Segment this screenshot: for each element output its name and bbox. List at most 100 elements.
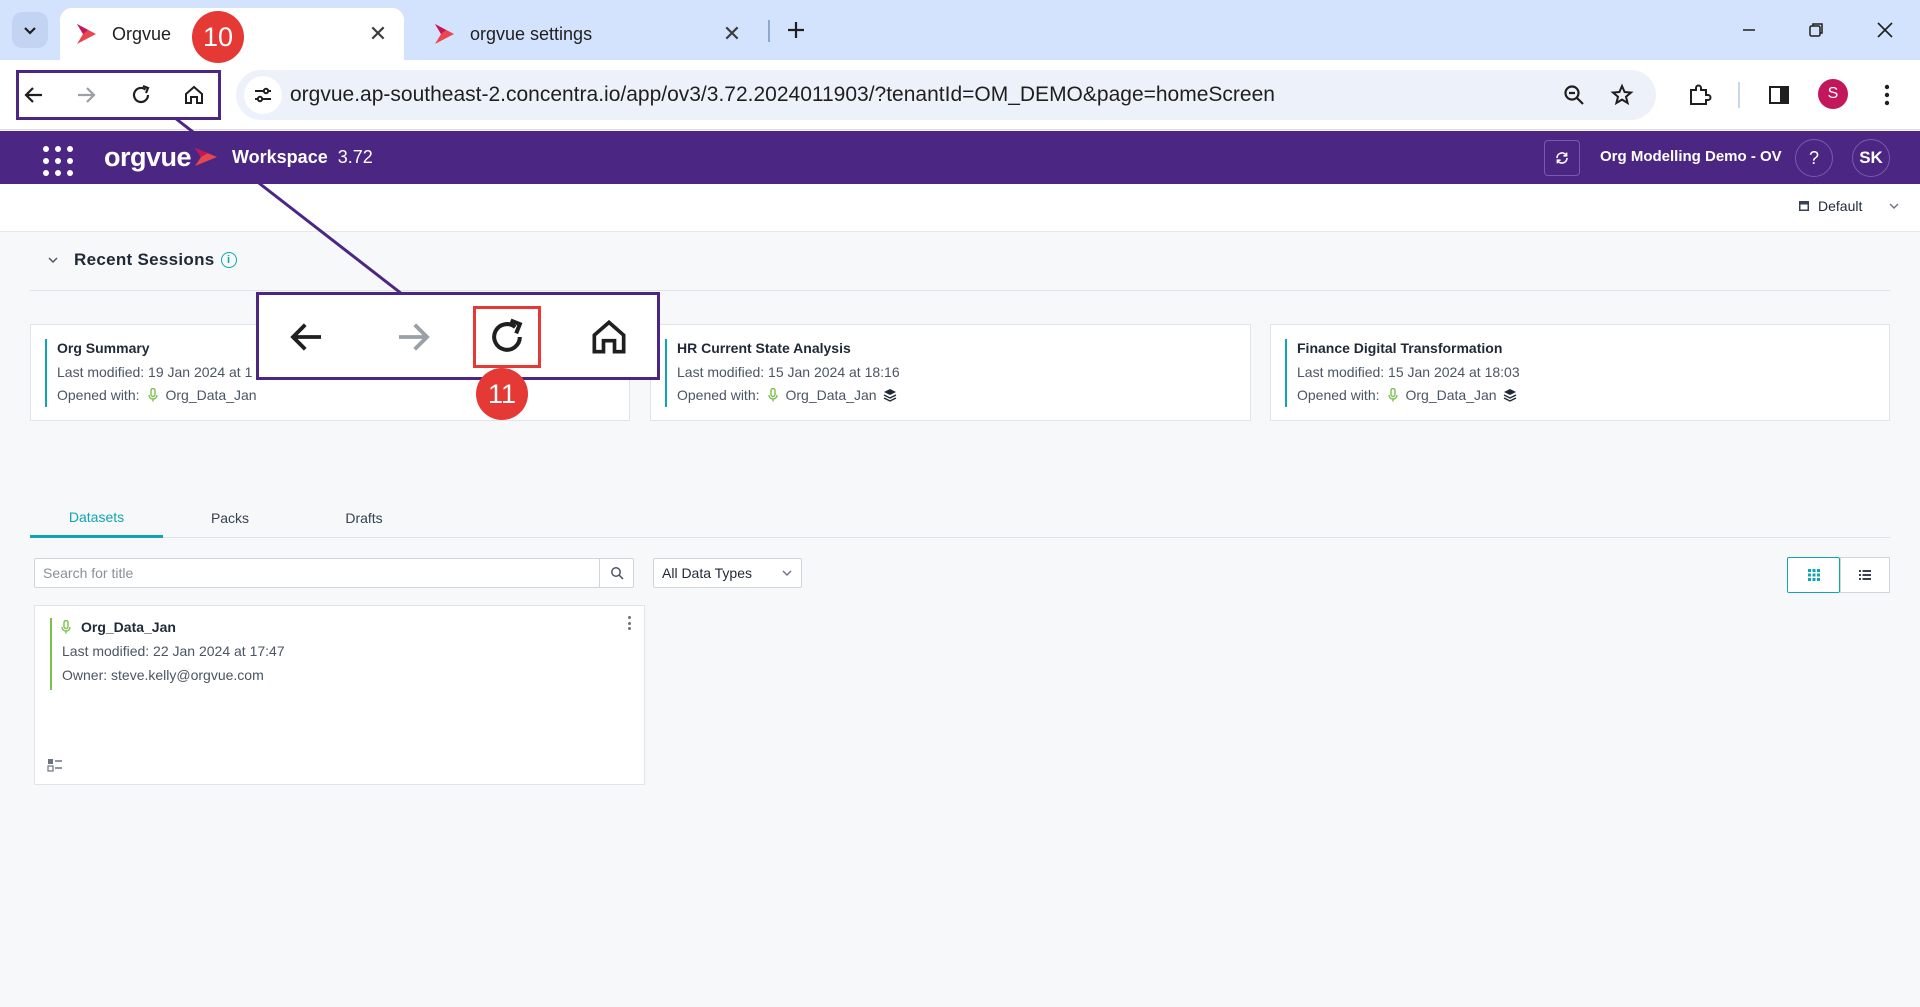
dataset-mic-icon xyxy=(147,388,158,402)
browser-tab-settings[interactable]: orgvue settings ✕ xyxy=(418,8,758,60)
new-tab-button[interactable] xyxy=(778,12,814,48)
app-launcher-icon[interactable] xyxy=(40,143,73,176)
dataset-title: Org_Data_Jan xyxy=(61,619,176,635)
list-view-button[interactable] xyxy=(1840,557,1890,593)
session-opened-with: Opened with: Org_Data_Jan xyxy=(57,387,257,403)
card-accent-bar xyxy=(50,618,52,690)
restore-icon xyxy=(1809,23,1823,37)
side-panel-button[interactable] xyxy=(1759,75,1799,115)
session-title: Finance Digital Transformation xyxy=(1297,340,1503,356)
tenant-name[interactable]: Org Modelling Demo - OV xyxy=(1600,148,1782,165)
layers-icon xyxy=(883,389,896,402)
view-bar: Default xyxy=(0,184,1920,232)
zoomed-home-button xyxy=(571,301,647,373)
tab-search-button[interactable] xyxy=(12,12,48,48)
close-window-button[interactable] xyxy=(1860,10,1910,50)
card-menu-icon[interactable] xyxy=(623,614,635,632)
view-selector[interactable]: Default xyxy=(1798,198,1900,214)
recent-sessions-title: Recent Sessions xyxy=(74,250,215,269)
nav-buttons-highlight xyxy=(16,70,221,120)
zoomed-back-button xyxy=(269,301,345,373)
tab-packs[interactable]: Packs xyxy=(163,498,297,538)
minimize-button[interactable] xyxy=(1724,10,1774,50)
close-icon xyxy=(1877,22,1893,38)
minimize-icon xyxy=(1743,29,1755,31)
tab-datasets[interactable]: Datasets xyxy=(30,498,163,538)
refresh-button[interactable] xyxy=(1544,140,1580,176)
version-label: 3.72 xyxy=(337,147,373,167)
session-opened-with: Opened with: Org_Data_Jan xyxy=(1297,387,1517,403)
close-tab-icon[interactable]: ✕ xyxy=(720,21,744,46)
extensions-icon xyxy=(1690,84,1712,105)
orgvue-favicon-icon xyxy=(77,24,96,44)
side-panel-icon xyxy=(1769,86,1789,104)
orgvue-logo[interactable]: orgvue xyxy=(104,141,219,173)
browser-toolbar: orgvue.ap-southeast-2.concentra.io/app/o… xyxy=(0,60,1920,130)
help-button[interactable]: ? xyxy=(1795,139,1833,177)
profile-avatar[interactable]: S xyxy=(1818,79,1848,109)
browser-menu-button[interactable] xyxy=(1867,75,1907,115)
session-modified: Last modified: 19 Jan 2024 at 1 xyxy=(57,364,253,380)
step-badge-11: 11 xyxy=(476,368,528,420)
zoomed-nav-callout xyxy=(256,292,660,380)
kebab-menu-icon xyxy=(1884,84,1890,106)
grid-view-button[interactable] xyxy=(1787,557,1840,593)
workspace-label: Workspace 3.72 xyxy=(232,147,373,167)
view-selector-label: Default xyxy=(1818,198,1863,214)
url-text[interactable]: orgvue.ap-southeast-2.concentra.io/app/o… xyxy=(290,83,1275,107)
tab-drafts[interactable]: Drafts xyxy=(297,498,431,538)
search-button[interactable] xyxy=(599,559,633,587)
bookmark-star-icon xyxy=(1610,83,1634,106)
back-arrow-icon xyxy=(290,323,321,351)
dataset-type-icon xyxy=(47,759,62,772)
save-view-icon xyxy=(1799,201,1809,211)
zoomed-forward-button xyxy=(375,301,451,373)
dataset-mic-icon xyxy=(1387,388,1398,402)
home-icon xyxy=(592,319,626,354)
reload-highlight-box xyxy=(473,306,541,368)
dataset-name: Org_Data_Jan xyxy=(1405,387,1497,403)
close-tab-icon[interactable]: ✕ xyxy=(366,21,390,46)
logo-mark-icon xyxy=(195,148,218,166)
data-type-filter-label: All Data Types xyxy=(662,565,753,581)
zoom-icon xyxy=(1564,85,1584,105)
chevron-down-icon xyxy=(24,27,36,35)
chevron-down-icon xyxy=(1889,203,1899,209)
user-avatar[interactable]: SK xyxy=(1852,139,1890,177)
dataset-name: Org_Data_Jan xyxy=(81,619,176,635)
plus-icon xyxy=(788,22,804,38)
refresh-icon xyxy=(1556,152,1568,164)
session-title: Org Summary xyxy=(57,340,150,356)
orgvue-favicon-icon xyxy=(435,24,454,44)
dataset-modified: Last modified: 22 Jan 2024 at 17:47 xyxy=(62,643,285,659)
session-card[interactable]: HR Current State Analysis Last modified:… xyxy=(650,324,1251,421)
toolbar-divider xyxy=(1738,82,1740,108)
info-icon[interactable]: i xyxy=(220,252,237,268)
chevron-down-icon xyxy=(782,570,792,576)
session-opened-with: Opened with: Org_Data_Jan xyxy=(677,387,897,403)
card-accent-bar xyxy=(665,339,667,407)
layers-icon xyxy=(1503,389,1516,402)
zoom-button[interactable] xyxy=(1556,77,1592,113)
tab-divider xyxy=(768,20,770,42)
session-card[interactable]: Finance Digital Transformation Last modi… xyxy=(1270,324,1890,421)
search-input[interactable] xyxy=(35,559,599,587)
recent-sessions-header[interactable]: Recent Sessions i xyxy=(46,250,237,270)
browser-tab-strip: Orgvue ✕ orgvue settings ✕ xyxy=(0,0,1920,60)
tab-title: orgvue settings xyxy=(470,23,593,44)
dataset-card[interactable]: Org_Data_Jan Last modified: 22 Jan 2024 … xyxy=(34,605,645,785)
collapse-chevron-icon[interactable] xyxy=(46,253,60,267)
card-accent-bar xyxy=(45,339,47,407)
site-info-button[interactable] xyxy=(244,76,282,114)
bookmark-button[interactable] xyxy=(1604,77,1640,113)
dataset-mic-icon xyxy=(61,620,71,634)
dataset-mic-icon xyxy=(767,388,778,402)
restore-button[interactable] xyxy=(1791,10,1841,50)
data-type-filter[interactable]: All Data Types xyxy=(653,558,802,588)
list-icon xyxy=(1859,570,1871,580)
extensions-button[interactable] xyxy=(1679,75,1719,115)
section-divider xyxy=(30,290,1890,291)
address-bar[interactable]: orgvue.ap-southeast-2.concentra.io/app/o… xyxy=(236,70,1656,120)
session-modified: Last modified: 15 Jan 2024 at 18:16 xyxy=(677,364,900,380)
grid-icon xyxy=(1807,569,1820,581)
